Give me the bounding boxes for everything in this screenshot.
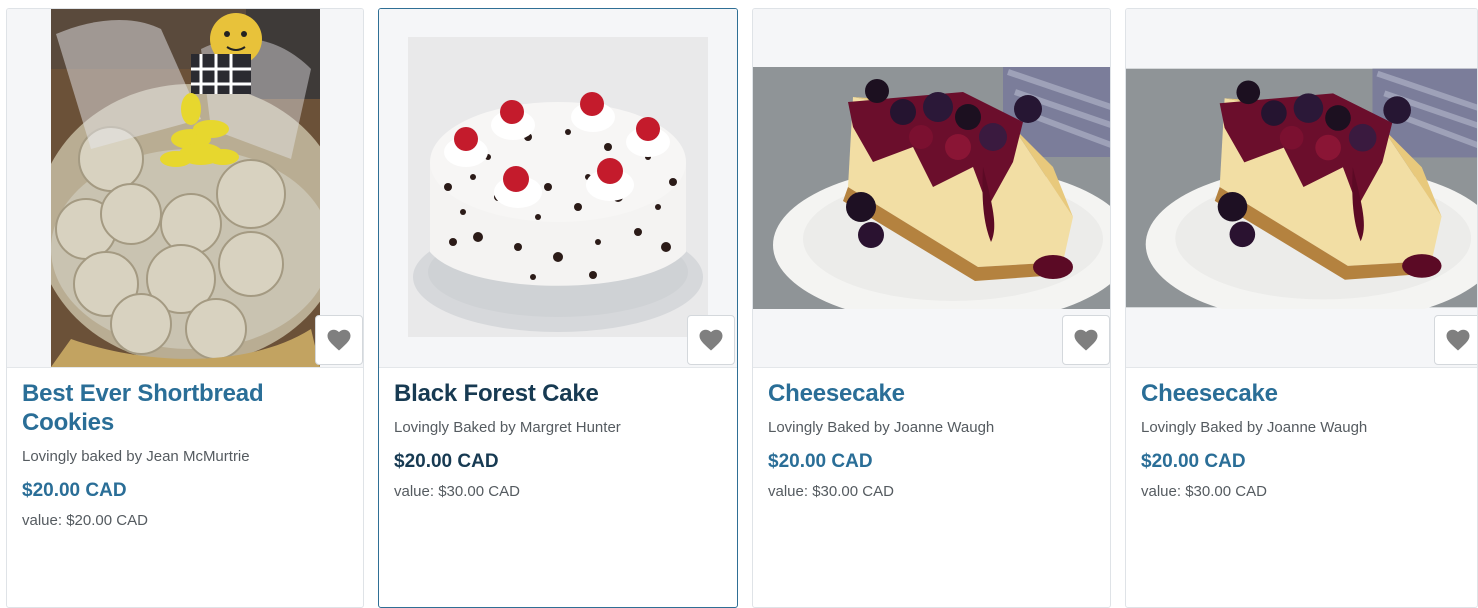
baker-name: Lovingly baked by Jean McMurtrie [22,448,250,465]
product-price: $20.00 CAD [394,451,499,472]
product-title[interactable]: Cheesecake [1141,379,1465,408]
product-card-shortbread[interactable]: Best Ever Shortbread Cookies Lovingly ba… [6,8,364,608]
product-image-container [7,9,363,368]
baker-name: Lovingly Baked by Joanne Waugh [768,419,995,436]
product-image-container [753,9,1110,368]
product-value: value: $30.00 CAD [394,483,520,500]
product-image-container [1126,9,1477,368]
cheesecake-image [753,67,1110,309]
heart-icon [1074,329,1098,351]
heart-icon [699,329,723,351]
heart-icon [327,329,351,351]
product-title[interactable]: Best Ever Shortbread Cookies [22,379,351,437]
heart-icon [1446,329,1470,351]
product-value: value: $20.00 CAD [22,512,148,529]
favorite-button[interactable] [1062,315,1110,365]
product-title[interactable]: Cheesecake [768,379,1098,408]
shortbread-cookies-image [51,9,320,367]
product-card-cheesecake[interactable]: Cheesecake Lovingly Baked by Joanne Waug… [1125,8,1478,608]
favorite-button[interactable] [315,315,363,365]
product-price: $20.00 CAD [768,451,873,472]
cheesecake-image [1126,67,1477,309]
product-card-black-forest-cake[interactable]: Black Forest Cake Lovingly Baked by Marg… [378,8,738,608]
product-value: value: $30.00 CAD [768,483,894,500]
favorite-button[interactable] [1434,315,1477,365]
baker-name: Lovingly Baked by Joanne Waugh [1141,419,1368,436]
product-price: $20.00 CAD [22,480,127,501]
black-forest-cake-image [408,37,708,337]
product-image-container [379,9,737,368]
product-price: $20.00 CAD [1141,451,1246,472]
product-card-cheesecake[interactable]: Cheesecake Lovingly Baked by Joanne Waug… [752,8,1111,608]
product-value: value: $30.00 CAD [1141,483,1267,500]
product-title[interactable]: Black Forest Cake [394,379,725,408]
favorite-button[interactable] [687,315,735,365]
baker-name: Lovingly Baked by Margret Hunter [394,419,621,436]
